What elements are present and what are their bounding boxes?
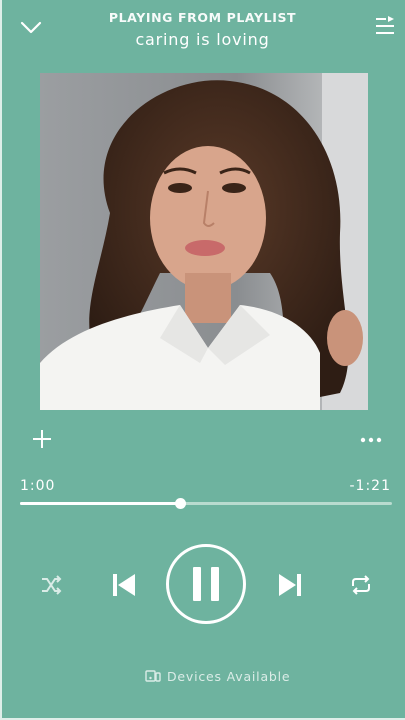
context-label: PLAYING FROM PLAYLIST xyxy=(108,10,297,25)
play-pause-button[interactable] xyxy=(166,544,246,624)
plus-icon xyxy=(33,430,51,448)
progress-fill xyxy=(20,502,180,505)
progress-handle[interactable] xyxy=(174,498,186,509)
album-art xyxy=(40,73,368,410)
album-art-photo xyxy=(40,73,368,410)
queue-icon xyxy=(376,16,394,34)
more-horizontal-icon xyxy=(360,437,382,443)
next-button[interactable] xyxy=(276,571,304,599)
devices-available-button[interactable]: Devices Available xyxy=(145,667,290,685)
shuffle-icon xyxy=(42,575,62,595)
remaining-time: -1:21 xyxy=(349,478,391,494)
skip-next-icon xyxy=(279,574,301,596)
repeat-button[interactable] xyxy=(349,573,373,597)
devices-icon xyxy=(145,670,161,682)
shuffle-button[interactable] xyxy=(40,573,64,597)
pause-icon xyxy=(193,567,219,601)
repeat-icon xyxy=(352,575,370,595)
playlist-name[interactable]: caring is loving xyxy=(80,30,325,50)
devices-label: Devices Available xyxy=(167,668,291,684)
progress-bar[interactable] xyxy=(20,498,392,509)
elapsed-time: 1:00 xyxy=(20,478,56,494)
skip-previous-icon xyxy=(113,574,135,596)
chevron-down-icon xyxy=(20,21,42,34)
collapse-button[interactable] xyxy=(18,16,44,38)
previous-button[interactable] xyxy=(110,571,138,599)
add-to-library-button[interactable] xyxy=(31,428,53,450)
now-playing-header: PLAYING FROM PLAYLIST caring is loving xyxy=(80,10,325,50)
queue-button[interactable] xyxy=(374,14,396,38)
more-options-button[interactable] xyxy=(358,434,384,446)
